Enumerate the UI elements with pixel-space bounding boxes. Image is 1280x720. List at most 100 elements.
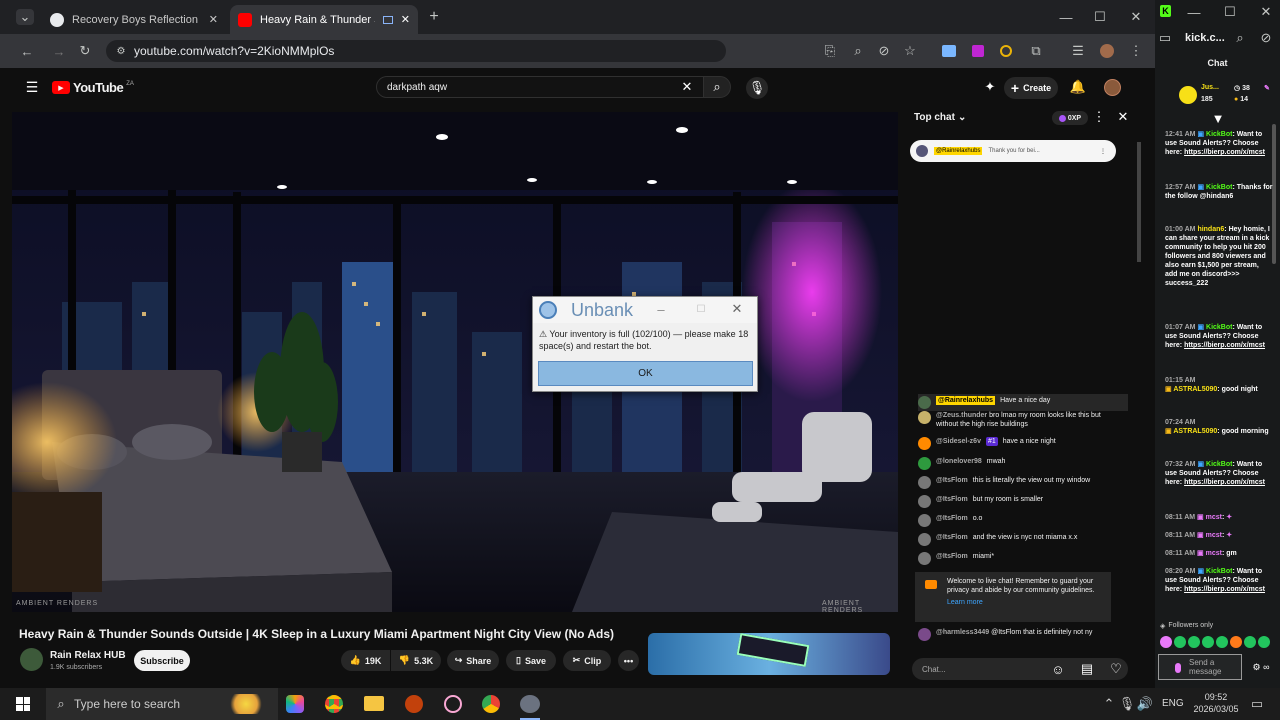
dislike-button[interactable]: 👎 5.3K	[391, 650, 441, 671]
msg-link[interactable]: https://bierp.com/x/mcst	[1184, 479, 1265, 486]
tab-search-button[interactable]: ⌄	[16, 9, 34, 25]
channel-avatar[interactable]	[20, 648, 43, 671]
close-chat-icon[interactable]: ✕	[1116, 109, 1130, 124]
window-close-button[interactable]: ✕	[1126, 9, 1146, 25]
chat-input[interactable]: Chat...	[912, 658, 1128, 680]
dialog-minimize-icon[interactable]: –	[655, 302, 667, 317]
maximize-button[interactable]: ☐	[1090, 9, 1110, 25]
hamburger-menu-icon[interactable]: ☰	[24, 79, 40, 95]
puzzle-icon[interactable]: ⧉	[1028, 43, 1044, 59]
app-icon[interactable]	[286, 695, 304, 713]
window-close-button[interactable]: ✕	[1259, 4, 1273, 19]
search-input[interactable]: darkpath aqw ✕	[376, 76, 704, 98]
profile-avatar-icon[interactable]	[1100, 44, 1114, 58]
emote-icon[interactable]	[1230, 636, 1242, 648]
studio-icon[interactable]: ✦	[982, 79, 998, 95]
clock-time[interactable]: 09:52	[1196, 692, 1236, 702]
new-tab-button[interactable]: +	[426, 8, 442, 25]
super-chat-icon[interactable]: ▤	[1079, 661, 1095, 677]
dialog-close-icon[interactable]: ✕	[731, 301, 743, 316]
scroll-down-icon[interactable]: ▼	[1212, 111, 1225, 126]
language-indicator[interactable]: ENG	[1162, 698, 1184, 709]
microphone-icon[interactable]: 🎙	[1119, 696, 1136, 711]
pencil-icon[interactable]: ✎	[1264, 84, 1270, 92]
heart-icon[interactable]: ♡	[1108, 661, 1124, 677]
points-badge[interactable]: 0XP	[1052, 111, 1088, 125]
reload-icon[interactable]: ↻	[76, 43, 94, 59]
pinned-message[interactable]: @Rainrelaxhubs Thank you for bei... ⋮	[910, 140, 1116, 162]
recommended-video-thumbnail[interactable]	[648, 633, 890, 675]
chat-tab[interactable]: Chat	[1155, 58, 1280, 68]
emote-icon[interactable]	[1160, 636, 1172, 648]
share-button[interactable]: ↪ Share	[447, 650, 499, 671]
extension-icon[interactable]	[972, 45, 984, 57]
like-button[interactable]: 👍 19K	[341, 650, 390, 671]
menu-dots-icon[interactable]: ⋮	[1130, 43, 1143, 59]
chat-scrollbar[interactable]	[1137, 142, 1141, 262]
tab-youtube[interactable]: Heavy Rain & Thunder Sou ✕	[230, 5, 418, 34]
clear-search-icon[interactable]: ✕	[679, 79, 695, 95]
taskbar-search-box[interactable]: ⌕ Type here to search	[46, 688, 278, 720]
file-explorer-icon[interactable]	[364, 696, 384, 711]
tab-recovery[interactable]: Recovery Boys Reflection ✕	[42, 5, 226, 34]
close-icon[interactable]: ✕	[401, 13, 410, 26]
media-icon[interactable]: ☰	[1070, 43, 1086, 59]
notifications-bell-icon[interactable]: 🔔	[1070, 79, 1086, 95]
forward-icon[interactable]: →	[50, 43, 68, 59]
minimize-button[interactable]: —	[1056, 9, 1076, 25]
subscribe-button[interactable]: Subscribe	[134, 650, 190, 671]
learn-more-link[interactable]: Learn more	[947, 598, 983, 607]
voice-search-icon[interactable]: 🎙	[746, 77, 768, 99]
close-icon[interactable]: ✕	[209, 13, 218, 26]
emoji-icon[interactable]: ☺	[1050, 661, 1066, 677]
bookmark-star-icon[interactable]: ☆	[902, 43, 918, 59]
msg-link[interactable]: https://bierp.com/x/mcst	[1184, 149, 1265, 156]
tray-overflow-icon[interactable]: ⌃	[1102, 696, 1116, 711]
zoom-icon[interactable]: ⌕	[1233, 30, 1247, 45]
kick-message-input[interactable]: Send a message	[1158, 654, 1242, 680]
maximize-button[interactable]: ☐	[1223, 4, 1237, 19]
extension-icon[interactable]	[1000, 45, 1012, 57]
ok-button[interactable]: OK	[538, 361, 753, 386]
search-button[interactable]: ⌕	[703, 76, 731, 98]
emote-icon[interactable]	[1258, 636, 1270, 648]
windows-start-icon[interactable]	[16, 697, 30, 711]
emote-icon[interactable]	[1216, 636, 1228, 648]
clip-button[interactable]: ✂ Clip	[563, 650, 611, 671]
extension-icon[interactable]	[942, 45, 956, 57]
save-button[interactable]: ▯ Save	[506, 650, 556, 671]
install-icon[interactable]: ⎘	[822, 43, 838, 59]
clock-date[interactable]: 2026/03/05	[1192, 704, 1240, 714]
address-bar[interactable]: ⚙ youtube.com/watch?v=2KioNMMplOs ⎘	[106, 40, 835, 62]
app-icon[interactable]	[444, 695, 462, 713]
pinned-options-icon[interactable]: ⋮	[1100, 148, 1106, 155]
emote-icon[interactable]	[1188, 636, 1200, 648]
emote-icon[interactable]	[1202, 636, 1214, 648]
dialog-maximize-icon[interactable]: ☐	[695, 302, 707, 316]
more-actions-button[interactable]: •••	[618, 650, 639, 671]
eye-off-icon[interactable]: ⊘	[1259, 30, 1273, 45]
chat-options-icon[interactable]: ⋮	[1093, 109, 1106, 124]
emote-icon[interactable]	[1244, 636, 1256, 648]
eye-off-icon[interactable]: ⊘	[876, 43, 892, 59]
account-avatar[interactable]	[1104, 79, 1121, 96]
channel-name[interactable]: Rain Relax HUB	[50, 650, 126, 661]
notification-center-icon[interactable]: ▭	[1250, 696, 1264, 711]
emote-icon[interactable]	[1174, 636, 1186, 648]
msg-link[interactable]: https://bierp.com/x/mcst	[1184, 342, 1265, 349]
chrome-icon[interactable]	[325, 695, 343, 713]
msg-link[interactable]: https://bierp.com/x/mcst	[1184, 586, 1265, 593]
chrome-icon[interactable]	[482, 695, 500, 713]
chat-settings-icon[interactable]: ⚙ ∞	[1246, 661, 1276, 673]
youtube-logo[interactable]: ▶ YouTube ZA	[52, 80, 134, 95]
app-icon[interactable]	[520, 695, 540, 713]
app-icon[interactable]	[405, 695, 423, 713]
zoom-icon[interactable]: ⌕	[850, 43, 866, 59]
create-button[interactable]: + Create	[1004, 77, 1058, 99]
top-chat-dropdown[interactable]: Top chat ⌄	[914, 112, 966, 123]
video-player[interactable]: AMBIENT RENDERS AMBIENT RENDERS	[12, 112, 898, 612]
volume-icon[interactable]: 🔊	[1137, 696, 1153, 711]
minimize-button[interactable]: —	[1187, 5, 1201, 20]
site-info-icon[interactable]: ⚙	[114, 44, 128, 58]
back-icon[interactable]: ←	[18, 43, 36, 59]
